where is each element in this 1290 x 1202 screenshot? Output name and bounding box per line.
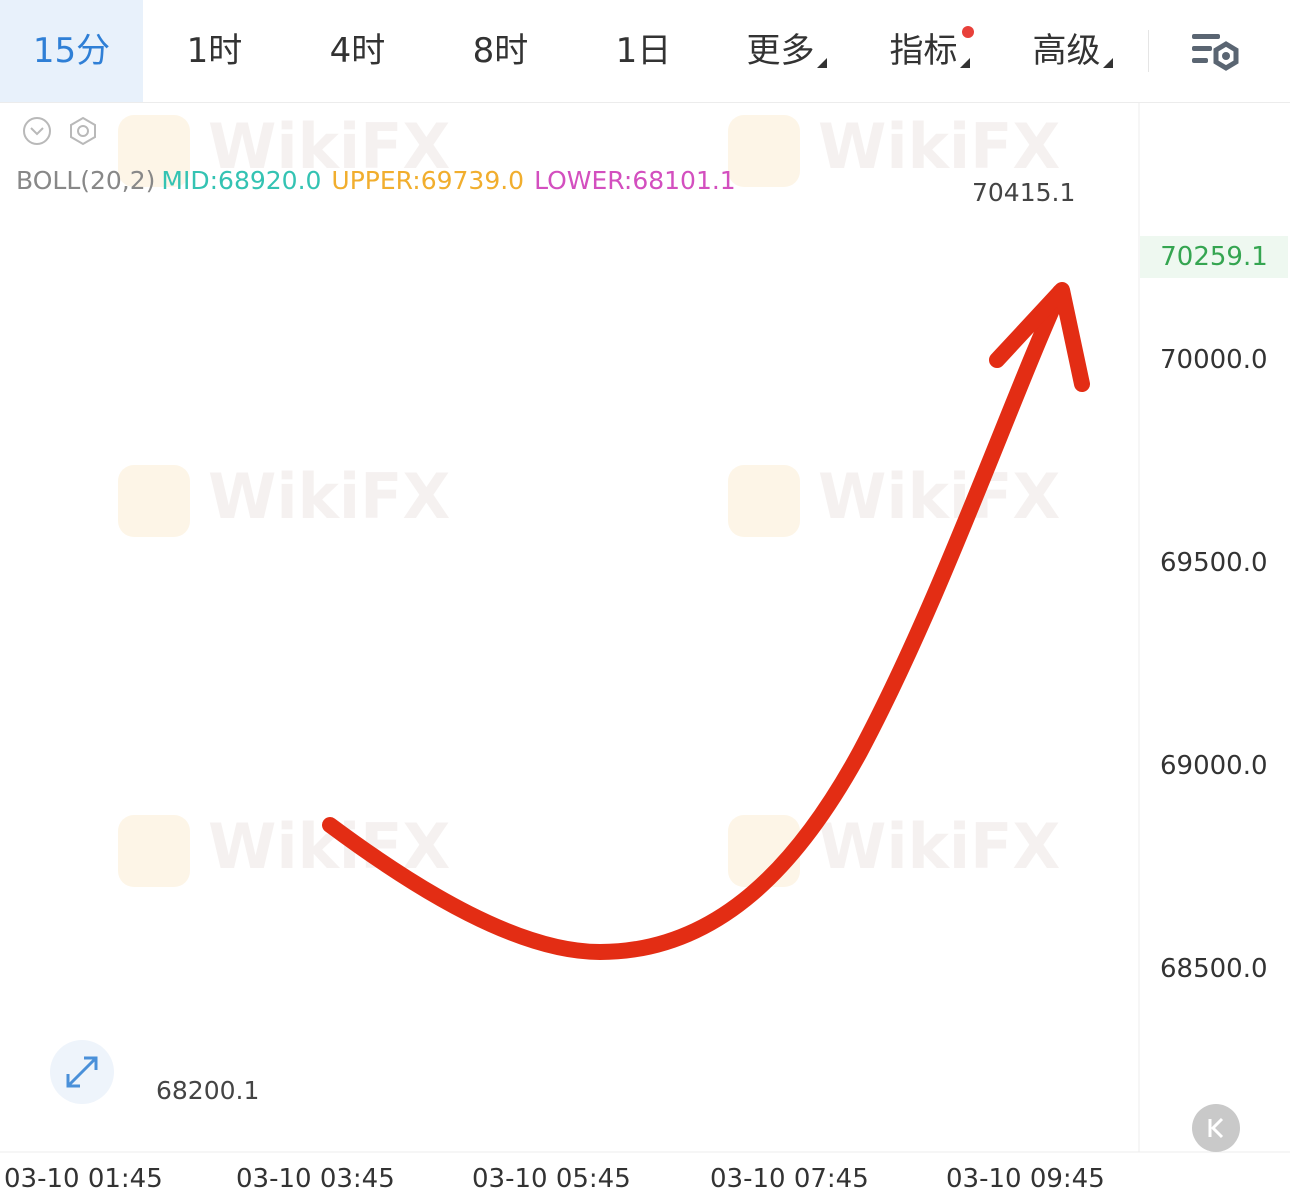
chevron-down-circle-icon[interactable] bbox=[22, 116, 52, 146]
tab-label: 4时 bbox=[329, 31, 386, 71]
tab-indicators[interactable]: 指标 bbox=[858, 0, 1001, 102]
tab-1day[interactable]: 1日 bbox=[572, 0, 715, 102]
list-gear-icon[interactable] bbox=[1190, 28, 1242, 76]
boll-indicator-legend: BOLL(20,2) MID:68920.0 UPPER:69739.0 LOWER:… bbox=[16, 166, 746, 195]
skip-to-start-icon bbox=[1208, 1117, 1224, 1139]
boll-upper: UPPER:69739.0 bbox=[331, 166, 525, 195]
tab-label: 8时 bbox=[472, 31, 529, 71]
y-tick-label: 70000.0 bbox=[1160, 345, 1268, 375]
boll-lower: LOWER:68101.1 bbox=[534, 166, 736, 195]
x-tick-label: 03-10 01:45 bbox=[4, 1164, 163, 1194]
y-tick-label: 69000.0 bbox=[1160, 751, 1268, 781]
timeframe-tab-bar: 15分 1时 4时 8时 1日 更多 指标 高级 bbox=[0, 0, 1290, 103]
tab-advanced[interactable]: 高级 bbox=[1001, 0, 1144, 102]
y-tick-label: 68500.0 bbox=[1160, 954, 1268, 984]
x-tick-label: 03-10 05:45 bbox=[472, 1164, 631, 1194]
expand-arrows-icon bbox=[66, 1056, 98, 1088]
x-tick-label: 03-10 07:45 bbox=[710, 1164, 869, 1194]
tab-divider bbox=[1148, 30, 1149, 72]
tab-1hour[interactable]: 1时 bbox=[143, 0, 286, 102]
tab-label: 1日 bbox=[615, 31, 672, 71]
expand-button[interactable] bbox=[50, 1040, 114, 1104]
candlestick-chart[interactable] bbox=[0, 102, 1290, 1202]
hexagon-settings-icon[interactable] bbox=[68, 116, 98, 146]
tab-more[interactable]: 更多 bbox=[715, 0, 858, 102]
tab-4hour[interactable]: 4时 bbox=[286, 0, 429, 102]
tab-label: 1时 bbox=[186, 31, 243, 71]
tab-15min[interactable]: 15分 bbox=[0, 0, 143, 102]
x-tick-label: 03-10 03:45 bbox=[236, 1164, 395, 1194]
y-tick-label: 69500.0 bbox=[1160, 548, 1268, 578]
notification-dot bbox=[962, 26, 974, 38]
x-tick-label: 03-10 09:45 bbox=[946, 1164, 1105, 1194]
high-price-label: 70415.1 bbox=[972, 178, 1076, 207]
tab-label: 指标 bbox=[889, 31, 958, 71]
dropdown-caret-icon bbox=[1102, 58, 1113, 68]
boll-mid: MID:68920.0 bbox=[161, 166, 322, 195]
scroll-to-latest-button[interactable] bbox=[1192, 1104, 1240, 1152]
tab-label: 高级 bbox=[1032, 31, 1101, 71]
low-price-label: 68200.1 bbox=[156, 1076, 260, 1105]
dropdown-caret-icon bbox=[816, 58, 827, 68]
tab-label: 更多 bbox=[746, 31, 815, 71]
dropdown-caret-icon bbox=[959, 58, 970, 68]
annotation-arrow bbox=[322, 284, 1068, 961]
last-price-tag: 70259.1 bbox=[1140, 236, 1288, 278]
boll-name: BOLL(20,2) bbox=[16, 166, 156, 195]
tab-8hour[interactable]: 8时 bbox=[429, 0, 572, 102]
tab-label: 15分 bbox=[32, 31, 111, 71]
